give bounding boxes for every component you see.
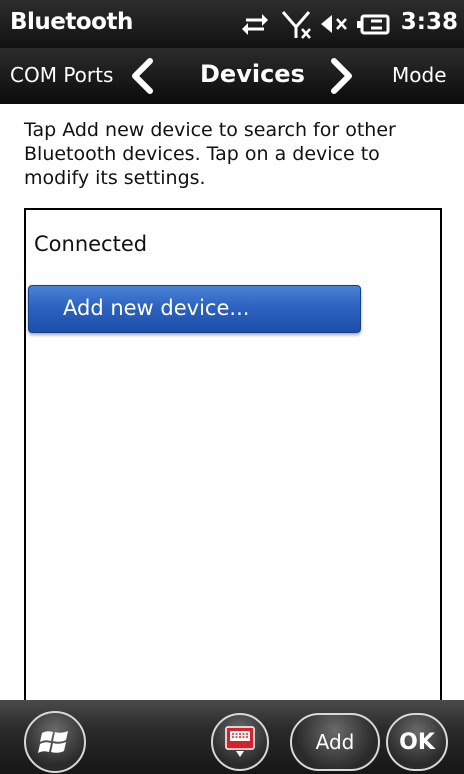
- chevron-left-icon[interactable]: [128, 58, 158, 98]
- device-list[interactable]: Connected Add new device...: [24, 208, 442, 774]
- ok-button-label: OK: [399, 729, 435, 755]
- volume-muted-icon: [318, 6, 352, 42]
- app-title: Bluetooth: [10, 9, 133, 35]
- add-new-device-item[interactable]: Add new device...: [28, 285, 361, 333]
- add-button[interactable]: Add: [290, 713, 380, 771]
- screen: Bluetooth 3:38 COM Ports Devices Mode Ta…: [0, 0, 464, 774]
- clock: 3:38: [400, 9, 458, 35]
- title-bar: Bluetooth 3:38: [0, 0, 464, 48]
- keyboard-button[interactable]: [211, 713, 269, 771]
- add-button-label: Add: [315, 730, 355, 754]
- nav-current-tab-devices: Devices: [200, 60, 305, 88]
- instructions-text: Tap Add new device to search for other B…: [24, 119, 396, 189]
- sync-arrows-icon: [240, 6, 270, 42]
- windows-logo-icon: [26, 713, 84, 771]
- add-new-device-label: Add new device...: [63, 296, 250, 320]
- ok-button[interactable]: OK: [386, 713, 448, 771]
- nav-next-tab-mode[interactable]: Mode: [392, 63, 447, 87]
- nav-prev-tab-com-ports[interactable]: COM Ports: [10, 63, 113, 87]
- chevron-right-icon[interactable]: [326, 58, 356, 98]
- command-bar: Add OK: [0, 700, 464, 774]
- start-button[interactable]: [24, 711, 86, 773]
- pivot-nav-bar: COM Ports Devices Mode: [0, 48, 464, 104]
- no-signal-icon: [280, 6, 314, 42]
- connected-section-header: Connected: [34, 232, 148, 256]
- battery-charging-icon: [356, 6, 392, 42]
- keyboard-icon: [213, 715, 267, 769]
